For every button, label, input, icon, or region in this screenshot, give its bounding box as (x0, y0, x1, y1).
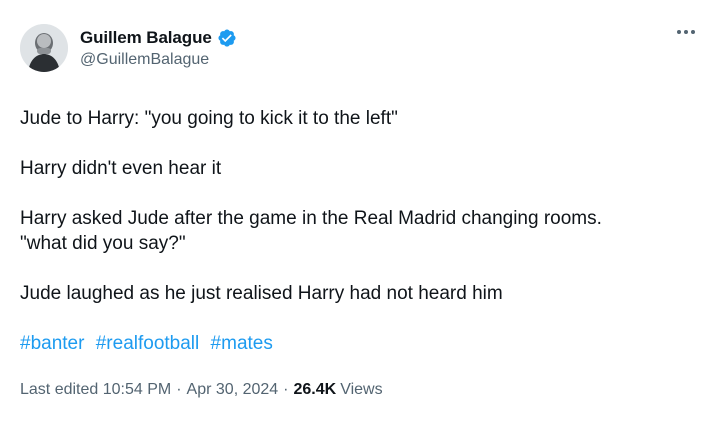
tweet-card: Guillem Balague @GuillemBalague Jude to … (0, 0, 720, 438)
hashtag-link[interactable]: #realfootball (96, 333, 200, 354)
tweet-paragraph: Jude laughed as he just realised Harry h… (20, 283, 503, 304)
tweet-time[interactable]: 10:54 PM (103, 381, 171, 399)
views-label: Views (340, 381, 383, 398)
tweet-header: Guillem Balague @GuillemBalague (20, 20, 700, 76)
tweet-meta: Last edited 10:54 PM · Apr 30, 2024 · 26… (20, 381, 700, 399)
hashtag-link[interactable]: #banter (20, 333, 84, 354)
tweet-paragraph: Harry asked Jude after the game in the R… (20, 208, 602, 229)
avatar-image (20, 24, 68, 72)
separator-dot: · (176, 381, 182, 398)
name-row: Guillem Balague (80, 28, 237, 48)
author-names: Guillem Balague @GuillemBalague (80, 28, 237, 69)
hashtag-row: #banter #realfootball #mates (20, 331, 700, 356)
tweet-paragraph: "what did you say?" (20, 233, 186, 254)
tweet-text: Jude to Harry: "you going to kick it to … (20, 106, 700, 306)
tweet-paragraph: Harry didn't even hear it (20, 158, 222, 179)
verified-badge-icon (217, 28, 237, 48)
tweet-date[interactable]: Apr 30, 2024 (187, 381, 279, 399)
author-handle[interactable]: @GuillemBalague (80, 51, 237, 69)
more-horizontal-icon[interactable] (672, 22, 700, 42)
hashtag-link[interactable]: #mates (211, 333, 273, 354)
avatar[interactable] (20, 24, 68, 72)
edited-label[interactable]: Last edited (20, 381, 98, 399)
tweet-paragraph: Jude to Harry: "you going to kick it to … (20, 108, 398, 129)
separator-dot: · (283, 381, 289, 398)
views-count: 26.4K (293, 381, 337, 398)
author-name[interactable]: Guillem Balague (80, 28, 212, 48)
